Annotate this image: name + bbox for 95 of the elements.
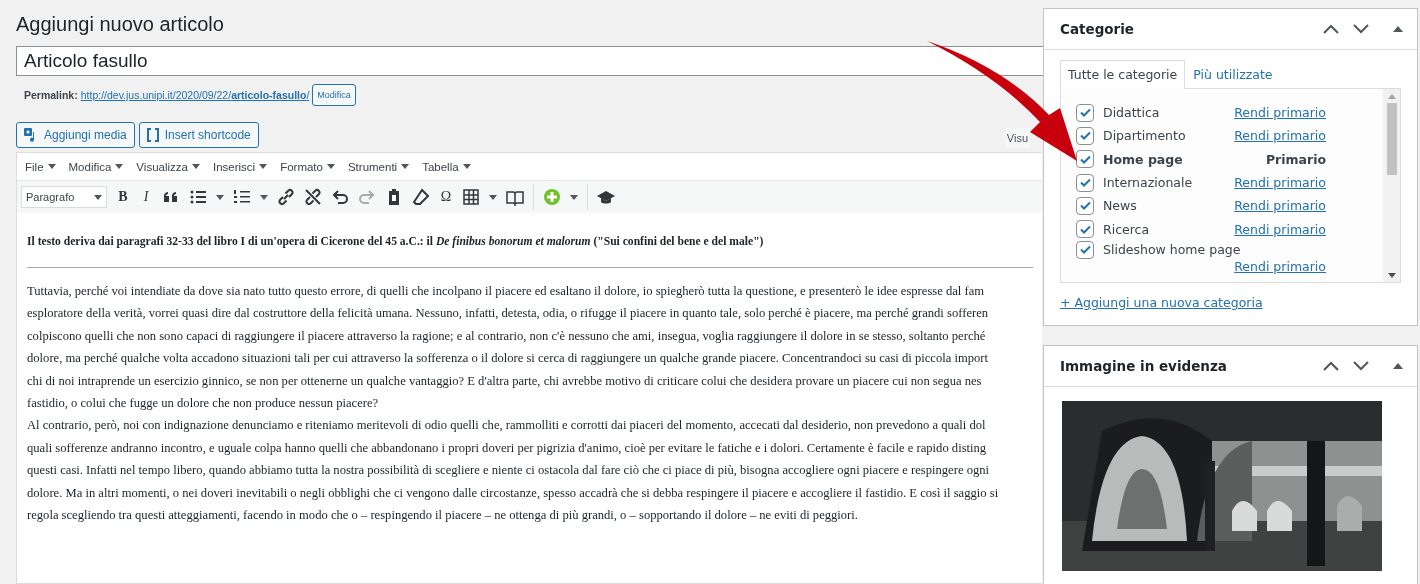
checkbox[interactable]: [1076, 150, 1094, 169]
check-icon: [1079, 245, 1091, 255]
caret-icon: [326, 164, 335, 169]
caret-icon: [260, 194, 268, 200]
scrollbar[interactable]: [1383, 89, 1400, 282]
checkbox[interactable]: [1076, 126, 1094, 145]
category-label: Didattica: [1103, 105, 1160, 121]
chevron-up-icon[interactable]: [1323, 361, 1339, 371]
checkbox[interactable]: [1076, 196, 1094, 215]
format-button[interactable]: Ω: [439, 189, 453, 205]
check-icon: [1079, 201, 1091, 211]
unlink-icon[interactable]: [304, 188, 322, 206]
format-button[interactable]: I: [139, 189, 153, 205]
editor-tab[interactable]: Visu: [1004, 128, 1030, 148]
scroll-thumb[interactable]: [1386, 103, 1397, 175]
caret-icon: [570, 194, 578, 200]
undo-icon[interactable]: [331, 188, 349, 206]
menu-item[interactable]: File: [25, 158, 56, 175]
text-line: chi di noi intraprende un esercizio ginnico, se non per ottenerne un qualche vantaggio? E d'altra parte, chi avrebbe motivo di criticare colui che desidera provare un piacere cui non segua nes: [27, 372, 983, 390]
category-label: Ricerca: [1103, 221, 1150, 237]
menu-item[interactable]: Inserisci: [212, 158, 268, 175]
caret-icon: [259, 164, 268, 169]
caret-icon: [401, 164, 410, 169]
make-primary-link[interactable]: Rendi primario: [1234, 221, 1326, 237]
category-label: Internazionale: [1103, 175, 1193, 191]
edit-permalink-button[interactable]: Modifica: [312, 84, 356, 106]
caret-icon: [489, 194, 497, 200]
brackets-icon: [146, 128, 159, 142]
format-select[interactable]: Paragrafo: [21, 186, 107, 208]
caret-icon: [47, 164, 56, 169]
check-icon: [1079, 154, 1091, 164]
page-title: Aggiungi nuovo articolo: [16, 13, 225, 36]
check-icon: [1079, 178, 1091, 188]
text-line: fastidio, o colui che fugge un dolore che non produce nessun piacere?: [27, 395, 380, 413]
permalink-link[interactable]: http://dev.jus.unipi.it/2020/09/22/articolo-fasullo/: [80, 89, 310, 101]
text-line: dolore. Ma in altri momenti, o nei doveri inevitabili o negli obblighi che ci vengono dalle circostanze, spesso accadrà che si debba respingere il piacere e accogliere il fastidio. E così il saggio si: [27, 484, 1000, 502]
chevron-down-icon[interactable]: [1353, 361, 1369, 371]
make-primary-link[interactable]: Rendi primario: [1234, 258, 1326, 274]
text-line: quali sofferenze andranno incontro, e uguale colpa hanno quelli che abbandonano i propri doveri per pigrizia d'animo, cioè per evitare le fatiche e i dolori. Certamente è facile e rapido disting: [27, 439, 988, 457]
category-label: Home page: [1103, 151, 1183, 167]
panel-title: Immagine in evidenza: [1060, 358, 1228, 374]
media-button[interactable]: Insert shortcode: [138, 122, 259, 148]
category-label: Dipartimento: [1103, 128, 1186, 144]
caret-icon: [216, 194, 224, 200]
text-line: colpiscono quelli che non sono capaci di raggiungere il piacere attraverso la ragione; e al contrario, non c'è nessuno che ami, insegua, voglia raggiungere il dolore in se stesso, soltanto perché: [27, 327, 987, 345]
menu-item[interactable]: Visualizza: [136, 158, 200, 175]
make-primary-link[interactable]: Rendi primario: [1234, 128, 1326, 144]
make-primary-link[interactable]: Rendi primario: [1234, 198, 1326, 214]
text-line: Al contrario, però, noi con indignazione denunciamo e riteniamo meritevoli di odio quelli che, rammolliti e corrotti dai piaceri del momento, accecati dal desiderio, non prevedono a quali dol: [27, 417, 987, 435]
caret-icon: [462, 164, 471, 169]
make-primary-link[interactable]: Rendi primario: [1234, 105, 1326, 121]
text-line: Tuttavia, perché voi intendiate da dove sia nato tutto questo errore, di quelli che incolpano il piacere ed esaltano il dolore, io spiegherò tutta la questione, e presenterò le idee espresse dal fam: [27, 283, 986, 300]
format-button[interactable]: B: [116, 189, 130, 205]
title-field[interactable]: Articolo fasullo: [16, 46, 1046, 76]
category-tab[interactable]: Tutte le categorie: [1060, 60, 1186, 89]
text-line: questi casi. Infatti nel tempo libero, quando abbiamo tutta la nostra possibilità di scegliere e niente ci ostacola dal fare ciò che ci piace di più, bisogna accogliere ogni piacere e respingere ogni: [27, 462, 991, 480]
menu-item[interactable]: Modifica: [68, 158, 124, 175]
text-line: regola scegliendo tra questi atteggiamenti, facendo in modo che o – respingendo il piacere – ne ottenga di più grandi, o – sopportando il dolore – ne eviti di peggiori.: [27, 507, 859, 525]
panel-title: Categorie: [1060, 21, 1135, 37]
make-primary-link[interactable]: Rendi primario: [1234, 175, 1326, 191]
chevron-down-icon[interactable]: [1353, 24, 1369, 34]
menu-item[interactable]: Formato: [280, 158, 335, 175]
category-tab[interactable]: Più utilizzate: [1185, 60, 1281, 88]
checkbox[interactable]: [1076, 220, 1094, 239]
intro-text: Il testo deriva dai paragrafi 32-33 del libro I di un'opera di Cicerone del 45 a.C.: il De finibus bonorum et malorum ("Sui confini del bene e del male"): [27, 235, 765, 248]
menu-item[interactable]: Tabella: [422, 158, 471, 175]
check-icon: [1079, 131, 1091, 141]
collapse-icon[interactable]: [1393, 26, 1403, 32]
eraser-icon[interactable]: [412, 188, 430, 206]
menu-item[interactable]: Strumenti: [347, 158, 410, 175]
permalink-label: Permalink:: [24, 89, 78, 101]
primary-label: Primario: [1265, 151, 1326, 167]
checkbox[interactable]: [1076, 173, 1094, 192]
checkbox[interactable]: [1076, 103, 1094, 122]
text-line: dolore, ma perché qualche volta accadono situazioni tali per cui attraverso la sofferenza o il dolore si cerca di raggiungere un qualche grande piacere. Concentrandoci su casi di piccola import: [27, 350, 990, 368]
chevron-up-icon[interactable]: [1323, 24, 1339, 34]
link-icon[interactable]: [277, 188, 295, 206]
add-category-link[interactable]: + Aggiungi una nuova categoria: [1060, 295, 1263, 310]
book-icon[interactable]: [506, 188, 524, 206]
graduation-cap-icon[interactable]: [597, 188, 615, 206]
caret-icon: [94, 194, 102, 200]
text-line: esploratore della verità, vorrei quasi dire dal costruttore della felicità umana. Nessuno, infatti, detesta, odia, o rifugge il piacere in quanto tale, solo perché è piacere, ma perché grandi sofferen: [27, 305, 990, 323]
media-button[interactable]: Aggiungi media: [16, 122, 135, 148]
category-label: News: [1103, 198, 1137, 214]
caret-icon: [191, 164, 200, 169]
scroll-down-icon[interactable]: [1387, 273, 1396, 278]
check-icon: [1079, 224, 1091, 234]
collapse-icon[interactable]: [1393, 363, 1403, 369]
checkbox[interactable]: [1076, 240, 1094, 259]
bullet-list-icon[interactable]: [189, 188, 207, 206]
table-icon[interactable]: [462, 188, 480, 206]
caret-icon: [115, 164, 124, 169]
numbered-list-icon[interactable]: [233, 188, 251, 206]
category-label: Slideshow home page: [1103, 242, 1241, 258]
check-icon: [1079, 108, 1091, 118]
